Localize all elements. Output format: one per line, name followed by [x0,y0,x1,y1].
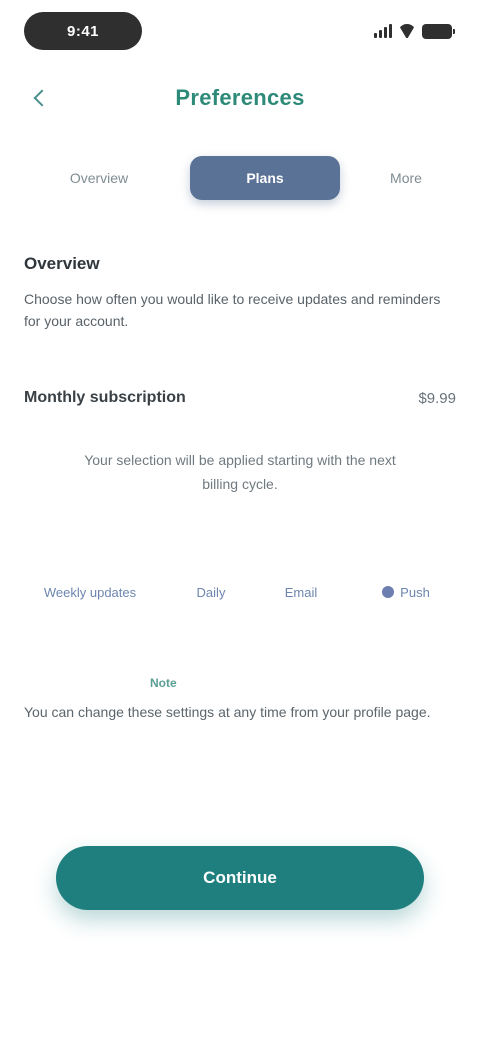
page-title: Preferences [175,85,305,110]
wifi-icon [398,24,416,38]
cellular-signal-icon [374,24,392,38]
summary-value: $9.99 [418,389,456,407]
continue-button[interactable]: Continue [56,846,424,910]
summary-row[interactable]: Monthly subscription $9.99 [24,384,456,412]
nav-header: Preferences [0,72,480,124]
battery-icon [422,23,455,39]
chip-daily[interactable]: Daily [176,585,246,600]
section-title: Overview [24,254,100,273]
status-bar: 9:41 [0,0,480,64]
chip-label: Email [284,584,318,600]
chip-label: Weekly updates [43,584,137,600]
section-description: Choose how often you would like to recei… [24,291,441,329]
chip-push[interactable]: Push [356,585,456,600]
note-tag: Note [150,676,177,690]
option-chips: Weekly updates Daily Email Push [24,572,456,612]
chip-email[interactable]: Email [266,585,336,600]
chip-weekly[interactable]: Weekly updates [24,585,156,600]
status-icons [374,20,455,42]
back-arrow-icon[interactable] [28,86,52,110]
tab-plans-active[interactable]: Plans [190,156,340,200]
segmented-tabs: Overview Plans More [24,152,456,204]
chip-label: Daily [196,584,226,600]
tab-overview[interactable]: Overview [24,156,174,200]
summary-label: Monthly subscription [24,389,186,406]
tab-more[interactable]: More [356,156,456,200]
radio-dot-icon [382,586,395,598]
status-time: 9:41 [24,12,142,50]
info-text: Your selection will be applied starting … [84,452,396,492]
note-body: You can change these settings at any tim… [24,704,431,720]
chip-label: Push [400,584,430,600]
